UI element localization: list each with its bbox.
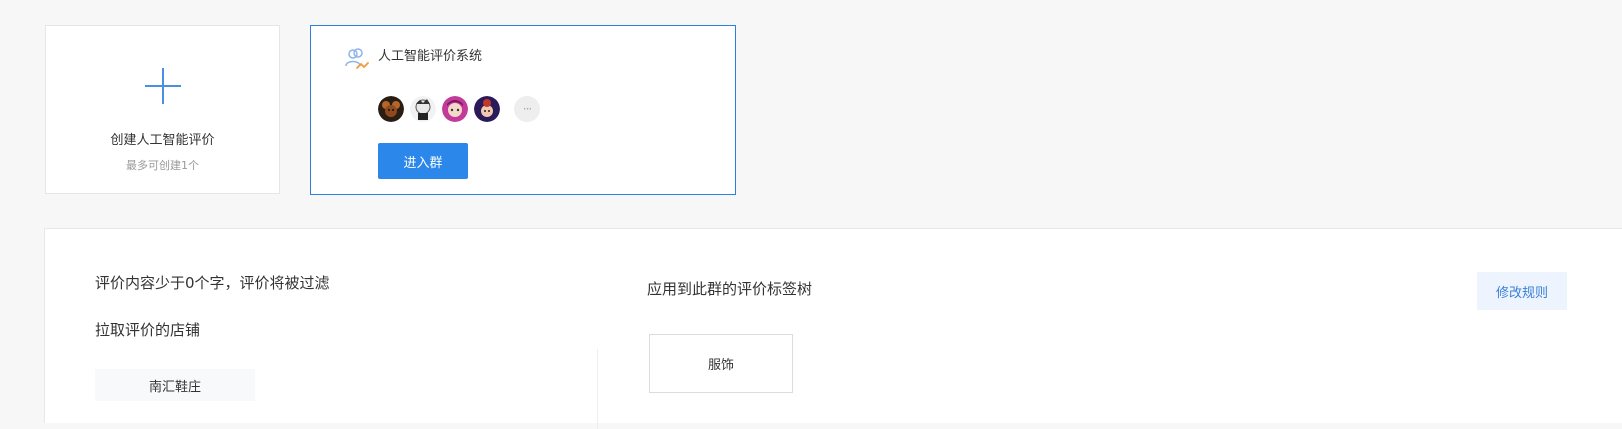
modify-rules-button[interactable]: 修改规则 bbox=[1477, 272, 1567, 310]
group-card: 人工智能评价系统 ··· 进入群 bbox=[310, 25, 736, 195]
column-divider bbox=[597, 349, 598, 429]
stores-label: 拉取评价的店铺 bbox=[95, 321, 201, 339]
rules-panel: 评价内容少于0个字，评价将被过滤 拉取评价的店铺 南汇鞋庄 应用到此群的评价标签… bbox=[44, 228, 1622, 429]
member-avatar[interactable] bbox=[442, 96, 468, 122]
create-card-subtitle: 最多可创建1个 bbox=[126, 159, 199, 172]
filter-rule-text: 评价内容少于0个字，评价将被过滤 bbox=[95, 274, 330, 292]
member-avatar[interactable] bbox=[474, 96, 500, 122]
users-group-icon bbox=[344, 46, 370, 72]
create-evaluation-card[interactable]: 创建人工智能评价 最多可创建1个 bbox=[45, 25, 280, 194]
tag-item: 服饰 bbox=[649, 334, 793, 393]
store-chip: 南汇鞋庄 bbox=[95, 369, 255, 401]
create-card-title: 创建人工智能评价 bbox=[110, 133, 215, 148]
group-name: 人工智能评价系统 bbox=[378, 49, 483, 64]
tag-tree-label: 应用到此群的评价标签树 bbox=[647, 280, 813, 298]
member-avatar[interactable] bbox=[378, 96, 404, 122]
plus-icon bbox=[145, 68, 181, 104]
more-members-button[interactable]: ··· bbox=[514, 96, 540, 122]
member-avatar[interactable] bbox=[410, 96, 436, 122]
enter-group-button[interactable]: 进入群 bbox=[378, 143, 468, 179]
